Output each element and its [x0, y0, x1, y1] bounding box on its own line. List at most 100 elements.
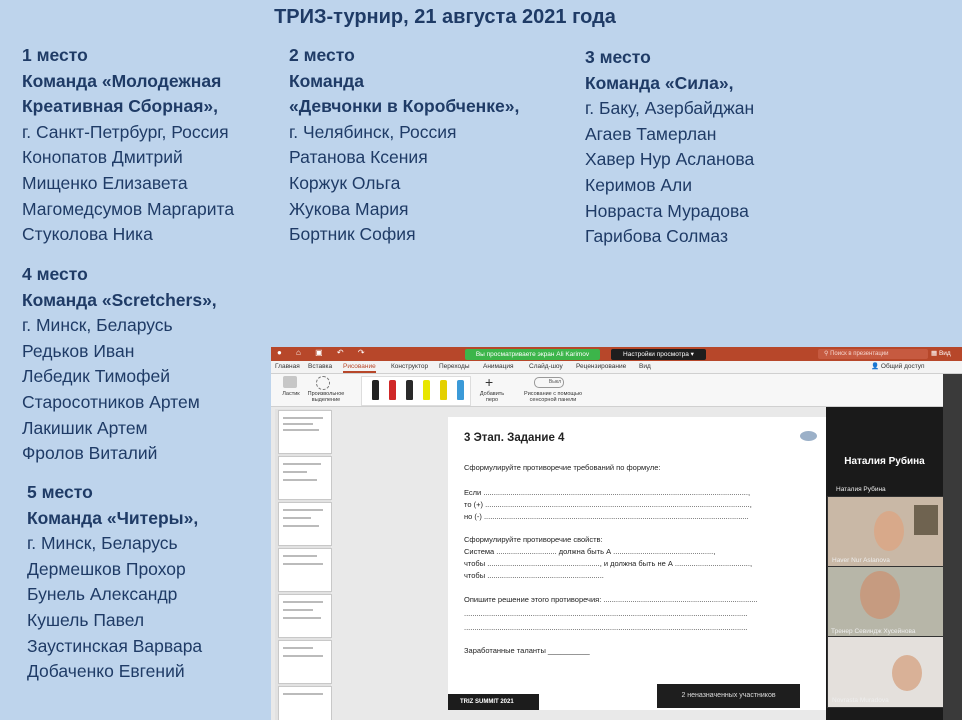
slide-text-line: Если ...................................…	[464, 488, 751, 497]
member: Новраста Мурадова	[585, 200, 749, 221]
member: Коржук Ольга	[289, 172, 401, 193]
search-placeholder: Поиск в презентации	[830, 351, 889, 357]
video-gallery: Наталия Рубина Наталия Рубина Haver Nur …	[826, 407, 944, 720]
tab-draw[interactable]: Рисование	[343, 361, 376, 373]
pen-dark-icon[interactable]	[406, 380, 413, 400]
team-1: 1 место Команда «Молодежная Креативная С…	[22, 43, 234, 248]
member: Гарибова Солмаз	[585, 226, 728, 247]
member: Бунель Александр	[27, 584, 178, 605]
slide-thumbnail[interactable]	[278, 594, 332, 638]
team-city: г. Минск, Беларусь	[22, 315, 173, 336]
ribbon-tabs: Главная Вставка Рисование Конструктор Пе…	[271, 361, 962, 374]
highlighter-yellow-icon[interactable]	[423, 380, 430, 400]
unassigned-participants-banner[interactable]: 2 неназначенных участников	[657, 684, 800, 708]
add-pen-icon[interactable]: +	[485, 374, 493, 390]
member: Редьков Иван	[22, 340, 135, 361]
team-name: Креативная Сборная»,	[22, 96, 219, 117]
slide-text-line: Система ............................. до…	[464, 547, 716, 556]
participant-name: Наталия Рубина	[836, 486, 886, 493]
view-settings-label: Настройки просмотра	[623, 351, 689, 358]
wall-picture	[914, 505, 938, 535]
slide-text-line: ........................................…	[464, 609, 748, 618]
slide-text-line: то (+) .................................…	[464, 500, 752, 509]
task-title: 3 Этап. Задание 4	[464, 432, 565, 444]
right-scrollbar[interactable]	[943, 374, 962, 720]
lasso-icon[interactable]	[316, 376, 330, 390]
slide-thumbnail[interactable]	[278, 456, 332, 500]
view-label[interactable]: ▦ Вид	[931, 349, 951, 357]
results-slide: ТРИЗ-турнир, 21 августа 2021 года 1 мест…	[0, 0, 962, 720]
slide-text-line: Сформулируйте противоречие требований по…	[464, 463, 661, 472]
team-3: 3 место Команда «Сила», г. Баку, Азербай…	[585, 45, 754, 250]
toggle-label: Выкл	[548, 379, 561, 385]
member: Лебедик Тимофей	[22, 366, 171, 387]
pen-blue-icon[interactable]	[457, 380, 464, 400]
slide-thumbnail[interactable]	[278, 548, 332, 592]
slide-thumbnail[interactable]	[278, 410, 332, 454]
team-city: г. Минск, Беларусь	[27, 533, 178, 554]
tab-slideshow[interactable]: Слайд-шоу	[529, 361, 563, 373]
slide-text-line: но (-) .................................…	[464, 512, 749, 521]
participant-video[interactable]: Novrasta Muradova	[827, 636, 944, 708]
tab-insert[interactable]: Вставка	[308, 361, 332, 373]
slide-text-line: Заработанные таланты __________	[464, 646, 590, 655]
share-button[interactable]: 👤 Общий доступ	[871, 362, 925, 370]
member: Фролов Виталий	[22, 443, 158, 464]
member: Бортник София	[289, 224, 416, 245]
team-name: Команда «Читеры»,	[27, 507, 199, 528]
tab-transitions[interactable]: Переходы	[439, 361, 470, 373]
team-name: Команда «Сила»,	[585, 72, 734, 93]
place: 3 место	[585, 47, 651, 67]
tab-home[interactable]: Главная	[275, 361, 300, 373]
tab-animations[interactable]: Анимация	[483, 361, 514, 373]
highlighter-gold-icon[interactable]	[440, 380, 447, 400]
triz-summit-logo: TRIZ SUMMIT 2021	[448, 694, 539, 710]
participant-face	[892, 655, 922, 691]
eraser-label: Ластик	[282, 391, 300, 397]
team-name: «Девчонки в Коробченке»,	[289, 96, 520, 117]
member: Конопатов Дмитрий	[22, 147, 183, 168]
slide-text-line: чтобы ..................................…	[464, 559, 753, 568]
slide-text-line: Сформулируйте противоречие свойств:	[464, 535, 603, 544]
add-pen-label: Добавить перо	[479, 391, 505, 403]
touch-toggle[interactable]: Выкл	[534, 377, 564, 388]
participant-video[interactable]: Тренер Севиндж Хусейнова	[827, 566, 944, 638]
member: Хавер Нур Асланова	[585, 149, 755, 170]
current-slide: 3 Этап. Задание 4 Сформулируйте противор…	[448, 417, 833, 710]
view-icon: ▦	[931, 350, 939, 357]
participant-name: Тренер Севиндж Хусейнова	[831, 628, 916, 635]
team-city: г. Челябинск, Россия	[289, 121, 457, 142]
editor-workspace: 3 Этап. Задание 4 Сформулируйте противор…	[271, 407, 833, 720]
lasso-label: Произвольное выделение	[307, 391, 345, 403]
member: Добаченко Евгений	[27, 661, 185, 682]
team-city: г. Санкт-Петрбург, Россия	[22, 121, 229, 142]
member: Стуколова Ника	[22, 224, 153, 245]
slide-text-line: чтобы ..................................…	[464, 571, 604, 580]
slide-thumbnails	[275, 409, 332, 720]
pen-black-icon[interactable]	[372, 380, 379, 400]
participant-face	[874, 511, 904, 551]
eraser-icon[interactable]	[283, 376, 297, 388]
team-name: Команда «Молодежная	[22, 70, 222, 91]
tab-design[interactable]: Конструктор	[391, 361, 428, 373]
participant-video[interactable]: Haver Nur Aslanova	[827, 496, 944, 568]
draw-touch-label: Рисование с помощью сенсорной панели	[524, 391, 582, 403]
team-5: 5 место Команда «Читеры», г. Минск, Бела…	[27, 480, 202, 685]
pen-red-icon[interactable]	[389, 380, 396, 400]
view-settings-button[interactable]: Настройки просмотра ▾	[611, 349, 706, 360]
member: Магомедсумов Маргарита	[22, 198, 235, 219]
tab-view[interactable]: Вид	[639, 361, 651, 373]
slide-thumbnail[interactable]	[278, 640, 332, 684]
conference-screenshot: ● ⌂ ▣ ↶ ↷ Вы просматриваете экран Ali Ka…	[271, 347, 962, 720]
slide-text-line: Опишите решение этого противоречия: ....…	[464, 595, 758, 604]
screen-share-notice: Вы просматриваете экран Ali Karimov	[465, 349, 600, 360]
tab-review[interactable]: Рецензирование	[576, 361, 626, 373]
participant-face	[860, 571, 900, 619]
slide-thumbnail[interactable]	[278, 686, 332, 720]
slide-thumbnail[interactable]	[278, 502, 332, 546]
place: 2 место	[289, 45, 355, 65]
search-input[interactable]: ⚲ Поиск в презентации	[818, 349, 928, 359]
slide-text-line: ........................................…	[464, 623, 748, 632]
active-speaker-name: Наталия Рубина	[826, 443, 943, 481]
pen-gallery	[361, 376, 471, 406]
